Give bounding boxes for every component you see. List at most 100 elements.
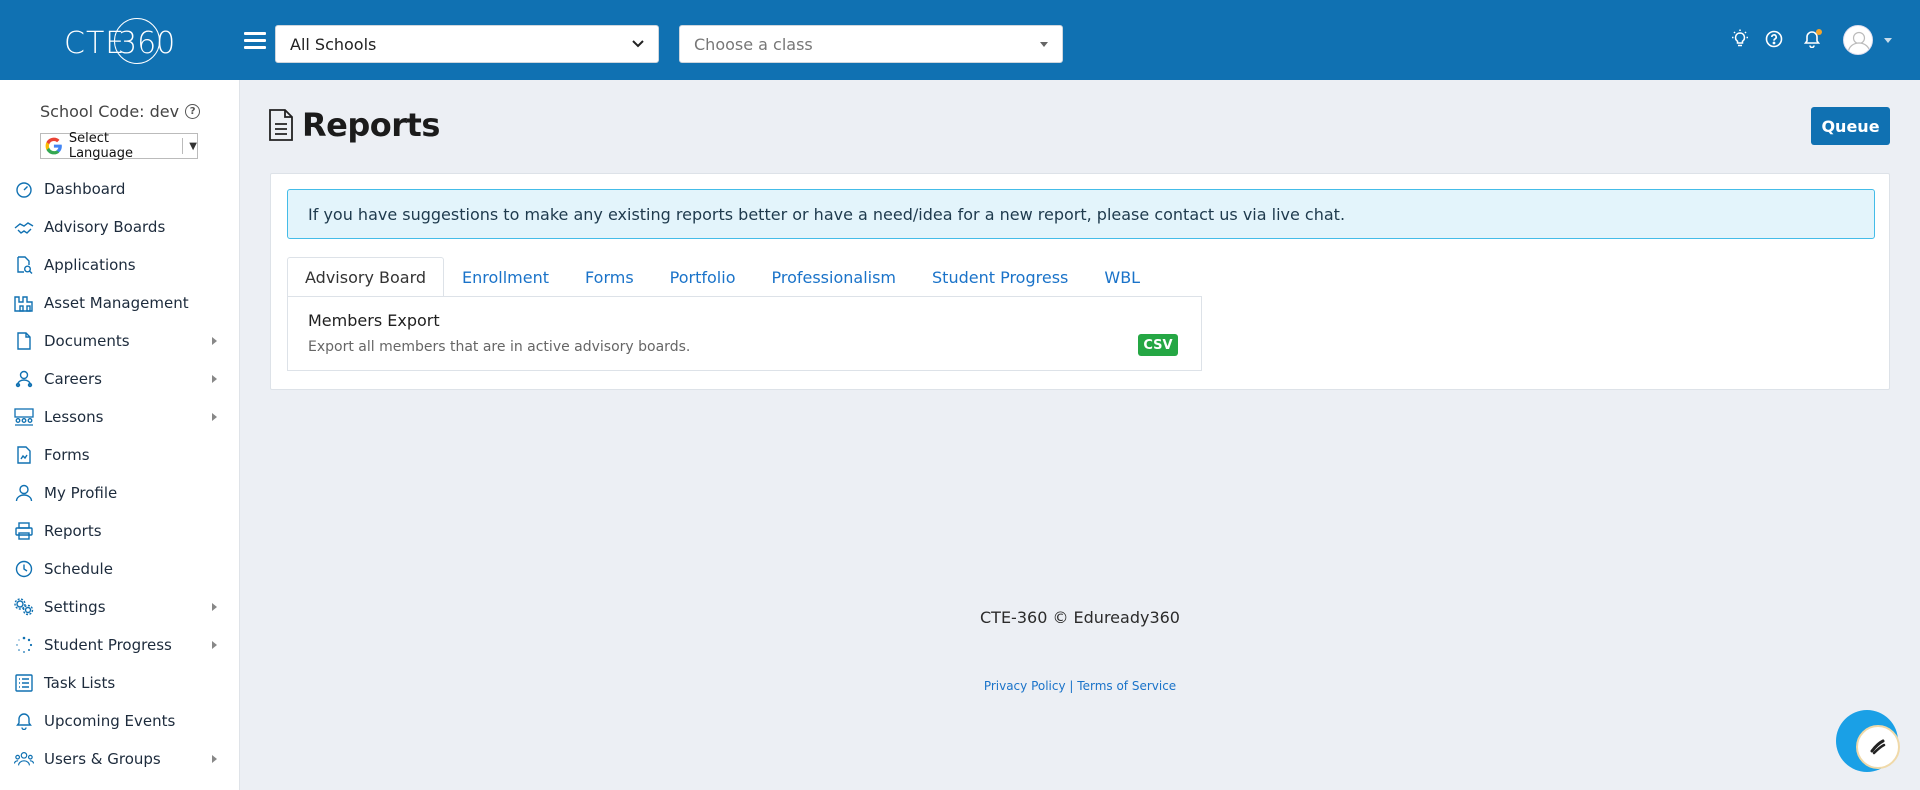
submenu-arrow-icon <box>212 337 217 345</box>
sidebar-item-label: Asset Management <box>44 294 189 312</box>
career-icon <box>14 369 34 389</box>
sidebar-item-label: Upcoming Events <box>44 712 176 730</box>
users-icon <box>14 749 34 769</box>
submenu-arrow-icon <box>212 641 217 649</box>
report-title: Members Export <box>308 311 440 330</box>
sidebar-item-label: Task Lists <box>44 674 116 692</box>
language-selector[interactable]: Select Language ▼ <box>40 131 198 161</box>
submenu-arrow-icon <box>212 603 217 611</box>
page-title-text: Reports <box>302 106 440 144</box>
sidebar-item-careers[interactable]: Careers <box>0 360 239 398</box>
language-divider <box>182 138 184 154</box>
queue-button[interactable]: Queue <box>1811 107 1890 145</box>
sidebar-item-label: Reports <box>44 522 102 540</box>
report-item: Members Export Export all members that a… <box>287 296 1202 371</box>
sidebar-item-asset-management[interactable]: Asset Management <box>0 284 239 322</box>
logo-number: 360 <box>118 26 176 61</box>
class-select[interactable]: Choose a class <box>679 25 1063 63</box>
sidebar-item-advisory-boards[interactable]: Advisory Boards <box>0 208 239 246</box>
sidebar-item-schedule[interactable]: Schedule <box>0 550 239 588</box>
sidebar-item-applications[interactable]: Applications <box>0 246 239 284</box>
sidebar-item-label: Advisory Boards <box>44 218 166 236</box>
school-select[interactable]: All Schools <box>275 25 659 63</box>
clock-icon <box>14 559 34 579</box>
tab-wbl[interactable]: WBL <box>1086 257 1158 297</box>
sidebar-item-settings[interactable]: Settings <box>0 588 239 626</box>
sidebar-item-label: Student Progress <box>44 636 172 654</box>
sidebar-item-label: Applications <box>44 256 136 274</box>
sidebar-item-documents[interactable]: Documents <box>0 322 239 360</box>
file-text-icon <box>268 108 294 142</box>
avatar-caret-icon[interactable] <box>1884 38 1892 43</box>
sidebar-item-forms[interactable]: Forms <box>0 436 239 474</box>
info-alert-text: If you have suggestions to make any exis… <box>308 204 1346 224</box>
sidebar-item-my-profile[interactable]: My Profile <box>0 474 239 512</box>
lightbulb-icon[interactable] <box>1729 28 1751 50</box>
tab-forms[interactable]: Forms <box>567 257 652 297</box>
privacy-policy-link[interactable]: Privacy Policy <box>984 679 1066 693</box>
hamburger-menu-icon[interactable] <box>244 32 266 50</box>
sidebar-item-dashboard[interactable]: Dashboard <box>0 170 239 208</box>
sidebar-item-reports[interactable]: Reports <box>0 512 239 550</box>
user-avatar[interactable] <box>1843 25 1873 55</box>
gears-icon <box>14 597 34 617</box>
school-code-text: School Code: dev <box>40 102 180 121</box>
spinner-icon <box>14 635 34 655</box>
google-icon <box>45 137 62 155</box>
warehouse-icon <box>14 293 34 313</box>
footer-links: Privacy Policy | Terms of Service <box>240 679 1920 693</box>
classroom-icon <box>14 407 34 427</box>
school-code-help-icon[interactable]: ? <box>185 104 201 119</box>
sidebar-item-lessons[interactable]: Lessons <box>0 398 239 436</box>
sidebar-item-task-lists[interactable]: Task Lists <box>0 664 239 702</box>
list-icon <box>14 673 34 693</box>
sidebar-item-label: Documents <box>44 332 130 350</box>
terms-of-service-link[interactable]: Terms of Service <box>1077 679 1176 693</box>
sidebar: School Code: dev ? Select Language ▼ Das… <box>0 80 240 790</box>
sidebar-item-label: Careers <box>44 370 102 388</box>
bell-icon <box>14 711 34 731</box>
cte360-logo[interactable]: CTE 360 <box>64 18 176 64</box>
tab-student-progress[interactable]: Student Progress <box>914 257 1086 297</box>
submenu-arrow-icon <box>212 375 217 383</box>
report-tabs: Advisory Board Enrollment Forms Portfoli… <box>287 257 1158 297</box>
tab-professionalism[interactable]: Professionalism <box>753 257 914 297</box>
chevron-down-icon <box>632 37 644 51</box>
sidebar-item-label: My Profile <box>44 484 118 502</box>
tab-portfolio[interactable]: Portfolio <box>652 257 754 297</box>
document-search-icon <box>14 255 34 275</box>
report-description: Export all members that are in active ad… <box>308 339 691 355</box>
tab-advisory-board[interactable]: Advisory Board <box>287 257 445 297</box>
reports-card: If you have suggestions to make any exis… <box>270 173 1890 390</box>
submenu-arrow-icon <box>212 413 217 421</box>
caret-down-icon <box>1040 41 1048 47</box>
csv-export-button[interactable]: CSV <box>1138 334 1178 356</box>
class-select-placeholder: Choose a class <box>694 34 813 54</box>
sidebar-item-label: Dashboard <box>44 180 126 198</box>
sidebar-item-student-progress[interactable]: Student Progress <box>0 626 239 664</box>
notification-bell-icon[interactable] <box>1801 28 1823 50</box>
school-select-value: All Schools <box>290 34 377 54</box>
sidebar-item-label: Lessons <box>44 408 104 426</box>
sidebar-item-upcoming-events[interactable]: Upcoming Events <box>0 702 239 740</box>
notification-badge <box>1816 29 1822 35</box>
footer-separator: | <box>1069 679 1074 693</box>
sidebar-nav: Dashboard Advisory Boards Applications A… <box>0 170 239 778</box>
submenu-arrow-icon <box>212 755 217 763</box>
page-title: Reports <box>268 106 440 144</box>
form-icon <box>14 445 34 465</box>
top-navbar: CTE 360 All Schools Choose a class <box>0 0 1920 80</box>
handshake-icon <box>14 217 34 237</box>
chat-icon[interactable] <box>1856 725 1900 769</box>
file-icon <box>14 331 34 351</box>
language-caret-icon: ▼ <box>189 140 197 152</box>
sidebar-item-label: Schedule <box>44 560 113 578</box>
gauge-icon <box>14 179 34 199</box>
language-label: Select Language <box>68 131 133 161</box>
sidebar-item-users-groups[interactable]: Users & Groups <box>0 740 239 778</box>
sidebar-item-label: Settings <box>44 598 106 616</box>
sidebar-item-label: Forms <box>44 446 90 464</box>
tab-enrollment[interactable]: Enrollment <box>444 257 567 297</box>
help-icon[interactable] <box>1763 28 1785 50</box>
footer-copyright: CTE-360 © Eduready360 <box>980 608 1180 627</box>
